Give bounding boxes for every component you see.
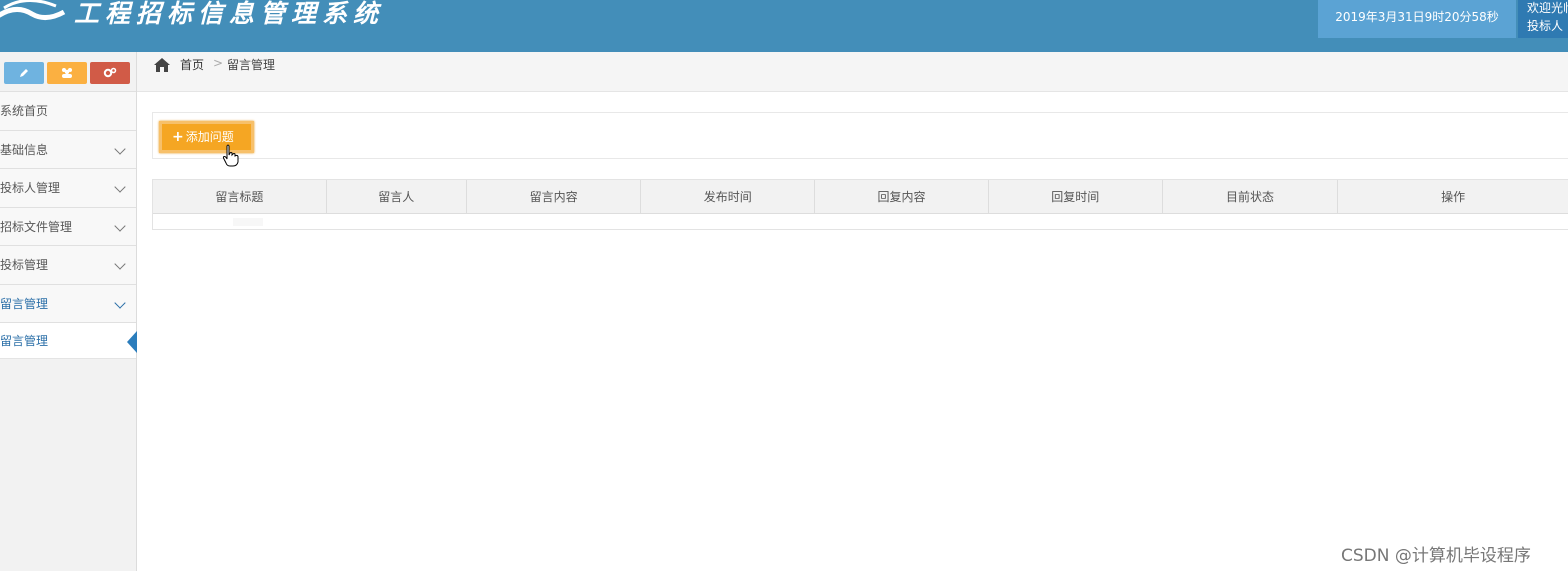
sidebar-item-home[interactable]: 系统首页 (0, 92, 136, 131)
user-role: 投标人 (1527, 19, 1564, 33)
top-header: 工程招标信息管理系统 2019年3月31日9时20分58秒 欢迎光临 投标人 (0, 0, 1568, 52)
sidebar-shortcuts (0, 52, 136, 92)
datetime-display: 2019年3月31日9时20分58秒 (1318, 0, 1516, 38)
chevron-down-icon (114, 296, 126, 309)
column-header[interactable]: 留言内容 (467, 180, 642, 214)
sidebar-item-label: 投标管理 (0, 258, 49, 272)
logo-icon (0, 0, 66, 20)
add-question-label: 添加问题 (185, 130, 234, 144)
sidebar-item-label: 投标人管理 (0, 181, 61, 195)
column-header[interactable]: 留言人 (327, 180, 467, 214)
sidebar-subitem-messages[interactable]: 留言管理 (0, 323, 137, 359)
shortcut-users-button[interactable] (47, 62, 87, 84)
empty-row (233, 218, 263, 226)
toolbar-panel: + 添加问题 (152, 112, 1568, 159)
breadcrumb: 首页 > 留言管理 (137, 52, 1568, 92)
home-icon (154, 58, 170, 72)
sidebar-item-messages[interactable]: 留言管理 (0, 284, 136, 323)
breadcrumb-current: 留言管理 (227, 58, 276, 72)
chevron-down-icon (114, 219, 126, 232)
welcome-text: 欢迎光临 (1527, 1, 1568, 15)
sidebar-item-label: 基础信息 (0, 142, 49, 157)
sidebar-subitem-label: 留言管理 (0, 334, 49, 348)
messages-table: 留言标题 留言人 留言内容 发布时间 回复内容 回复时间 目前状态 操作 (152, 179, 1568, 230)
chevron-down-icon (114, 258, 126, 270)
users-icon (62, 68, 72, 78)
active-indicator (127, 331, 137, 353)
watermark: CSDN @计算机毕设程序 (1341, 546, 1531, 566)
shortcut-edit-button[interactable] (4, 62, 44, 84)
sidebar-item-label: 招标文件管理 (0, 219, 73, 234)
column-header[interactable]: 操作 (1338, 180, 1568, 214)
user-menu[interactable]: 欢迎光临 投标人 (1518, 0, 1568, 38)
table-header: 留言标题 留言人 留言内容 发布时间 回复内容 回复时间 目前状态 操作 (153, 180, 1568, 214)
pencil-icon (20, 69, 28, 77)
chevron-down-icon (114, 142, 126, 155)
sidebar-item-bidders[interactable]: 投标人管理 (0, 169, 136, 208)
sidebar-item-tender-docs[interactable]: 招标文件管理 (0, 207, 136, 246)
breadcrumb-home-link[interactable]: 首页 (180, 56, 204, 73)
sidebar-item-label: 系统首页 (0, 104, 49, 118)
sidebar-item-bids[interactable]: 投标管理 (0, 246, 136, 285)
chevron-down-icon (114, 181, 126, 193)
sidebar-item-basic-info[interactable]: 基础信息 (0, 130, 136, 169)
column-header[interactable]: 留言标题 (153, 180, 327, 214)
app-title: 工程招标信息管理系统 (74, 0, 385, 28)
hand-cursor-icon (222, 144, 239, 167)
sidebar: 系统首页 基础信息 投标人管理 招标文件管理 投标管理 留言管理 留言管理 (0, 52, 137, 571)
cogs-icon (103, 67, 117, 78)
sidebar-item-label: 留言管理 (0, 296, 49, 311)
column-header[interactable]: 目前状态 (1163, 180, 1339, 214)
breadcrumb-separator: > (213, 56, 224, 70)
column-header[interactable]: 回复时间 (989, 180, 1163, 214)
column-header[interactable]: 回复内容 (815, 180, 989, 214)
plus-icon: + (172, 129, 184, 145)
shortcut-settings-button[interactable] (90, 62, 130, 84)
column-header[interactable]: 发布时间 (641, 180, 816, 214)
